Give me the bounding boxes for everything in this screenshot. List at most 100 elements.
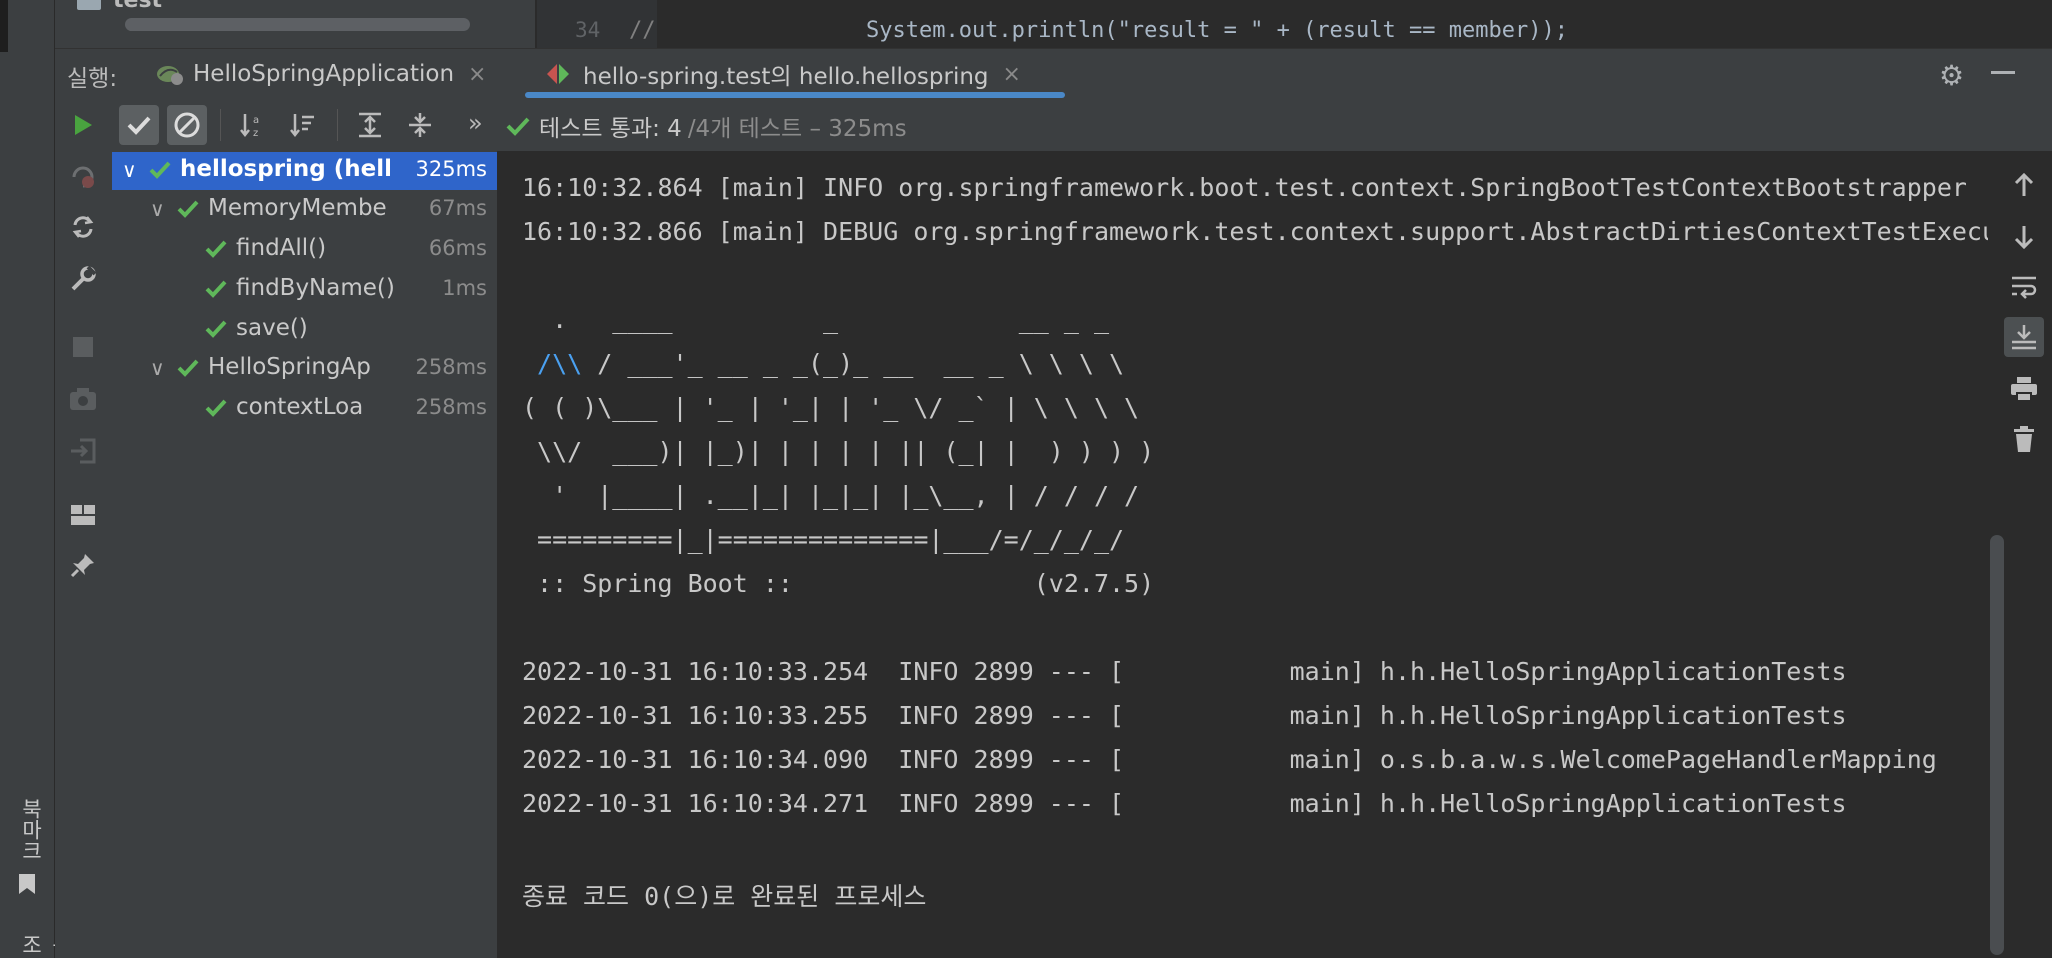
test-tree-row[interactable]: findByName() 1ms xyxy=(112,271,497,309)
minimize-icon[interactable] xyxy=(1991,71,2015,74)
banner-highlight: /\\ xyxy=(522,349,583,378)
banner-line: =========|_|==============|___/=/_/_/_/ xyxy=(522,525,1125,554)
pin-icon xyxy=(70,554,94,578)
expand-all-button[interactable] xyxy=(350,105,390,145)
stop-button[interactable] xyxy=(63,327,103,367)
bookmarks-label: 북마크 xyxy=(19,798,43,861)
console-scrollbar[interactable] xyxy=(1990,535,2004,955)
expand-arrow[interactable]: ∨ xyxy=(150,356,165,380)
active-tab-indicator xyxy=(525,92,1065,98)
test-time: 1ms xyxy=(442,276,487,300)
test-tree-row[interactable]: ∨ hellospring (hello 325ms xyxy=(112,152,497,190)
test-name: findByName() xyxy=(236,275,395,301)
show-passed-toggle[interactable] xyxy=(119,105,159,145)
horizontal-scrollbar[interactable] xyxy=(125,18,470,31)
screenshot-icon xyxy=(70,388,96,410)
svg-text:a: a xyxy=(253,115,259,126)
console-side-toolbar xyxy=(1988,151,2052,958)
test-name: HelloSpringAp xyxy=(208,354,371,380)
down-button[interactable] xyxy=(2004,217,2044,257)
banner-rest: / ___'_ __ _ _(_)_ __ __ _ \ \ \ \ xyxy=(582,349,1125,378)
test-tree-row[interactable]: findAll() 66ms xyxy=(112,231,497,269)
trash-icon xyxy=(2014,426,2034,452)
banner-line: /\\ / ___'_ __ _ _(_)_ __ __ _ \ \ \ \ xyxy=(522,349,1124,378)
sort-alphabetically-button[interactable]: az xyxy=(233,105,273,145)
tab-hello-spring-application[interactable]: HelloSpringApplication × xyxy=(155,49,486,99)
print-icon xyxy=(2011,377,2037,402)
test-tree-row[interactable]: save() xyxy=(112,311,497,349)
run-label: 실행: xyxy=(67,66,118,92)
print-button[interactable] xyxy=(2004,369,2044,409)
close-icon[interactable]: × xyxy=(468,62,486,87)
clear-all-button[interactable] xyxy=(2004,419,2044,459)
test-name: contextLoa xyxy=(236,394,364,420)
run-icon xyxy=(75,115,92,135)
log-line: 2022-10-31 16:10:33.254 INFO 2899 --- [ … xyxy=(522,657,1847,686)
expand-arrow[interactable]: ∨ xyxy=(122,158,137,182)
scroll-to-end-toggle[interactable] xyxy=(2004,317,2044,357)
test-time: 67ms xyxy=(428,196,487,220)
toggle-autotest-icon xyxy=(72,216,94,238)
layout-button[interactable] xyxy=(63,495,103,535)
code-line[interactable]: System.out.println("result = " + (result… xyxy=(813,18,1568,43)
pass-check-icon xyxy=(205,280,227,298)
test-tree: ∨ hellospring (hello 325ms ∨ MemoryMembe… xyxy=(112,151,498,958)
run-side-toolbar xyxy=(55,151,112,958)
pass-check-icon xyxy=(205,240,227,258)
import-icon xyxy=(71,438,96,464)
soft-wrap-icon xyxy=(2012,276,2037,299)
status-passed: 테스트 통과: 4 xyxy=(539,116,682,142)
up-button[interactable] xyxy=(2004,165,2044,205)
test-diamond-icon xyxy=(547,64,569,84)
expand-arrow[interactable]: ∨ xyxy=(150,197,165,221)
settings-wrench-icon xyxy=(71,265,97,291)
run-tool-header: 실행: HelloSpringApplication × hello-sprin… xyxy=(55,48,2052,99)
bookmark-icon[interactable] xyxy=(19,874,35,894)
pass-check-icon xyxy=(205,399,227,417)
run-button[interactable] xyxy=(63,105,103,145)
pass-check-icon xyxy=(149,161,171,179)
gear-icon[interactable]: ⚙ xyxy=(1939,59,1964,92)
rerun-failed-button[interactable] xyxy=(63,157,103,197)
import-tests-button[interactable] xyxy=(63,431,103,471)
project-tree-item[interactable]: test xyxy=(113,0,162,13)
soft-wrap-button[interactable] xyxy=(2004,267,2044,307)
side-tool-strip: 북마크 구조 xyxy=(0,0,73,958)
test-name: findAll() xyxy=(236,235,327,261)
test-tree-row[interactable]: ∨ HelloSpringAp 258ms xyxy=(112,350,497,388)
expand-all-icon xyxy=(359,112,381,138)
tab-label: hello-spring.test의 hello.hellospring xyxy=(583,64,989,90)
toggle-auto-test-button[interactable] xyxy=(63,207,103,247)
test-toolbar: az » 테스트 통과: 4 /4개 테스트 – 325ms xyxy=(55,99,2052,151)
layout-icon xyxy=(71,505,95,525)
log-line: 16:10:32.866 [main] DEBUG org.springfram… xyxy=(522,217,1988,246)
test-name: hellospring (hello xyxy=(180,156,390,182)
sort-alpha-icon: az xyxy=(240,114,259,139)
test-time: 66ms xyxy=(428,236,487,260)
screenshot-button[interactable] xyxy=(63,379,103,419)
banner-line: \\/ ___)| |_)| | | | | || (_| | ) ) ) ) xyxy=(522,437,1155,466)
log-line: 2022-10-31 16:10:34.090 INFO 2899 --- [ … xyxy=(522,745,1937,774)
pin-tab-button[interactable] xyxy=(63,545,103,585)
sort-by-duration-button[interactable] xyxy=(283,105,323,145)
comment-marker: // xyxy=(629,18,656,43)
banner-line: :: Spring Boot :: (v2.7.5) xyxy=(522,569,1155,598)
project-panel: test xyxy=(55,0,535,48)
down-arrow-icon xyxy=(2014,226,2034,250)
show-ignored-toggle[interactable] xyxy=(167,105,207,145)
close-icon[interactable]: × xyxy=(1003,62,1021,87)
console-output[interactable]: 16:10:32.864 [main] INFO org.springframe… xyxy=(498,151,1988,958)
more-actions[interactable]: » xyxy=(468,109,483,137)
editor-gutter: 34 // xyxy=(537,0,657,48)
banner-line: ( ( )\___ | '_ | '_| | '_ \/ _` | \ \ \ … xyxy=(522,393,1140,422)
pass-check-icon xyxy=(205,320,227,338)
folder-icon xyxy=(77,0,101,10)
settings-button[interactable] xyxy=(63,259,103,299)
test-tree-row[interactable]: contextLoa 258ms xyxy=(112,390,497,428)
collapse-all-button[interactable] xyxy=(400,105,440,145)
exit-message: 종료 코드 0(으)로 완료된 프로세스 xyxy=(522,882,927,911)
bookmarks-side-tab[interactable]: 북마크 xyxy=(16,798,46,861)
test-time: 325ms xyxy=(415,157,487,181)
test-tree-row[interactable]: ∨ MemoryMembe 67ms xyxy=(112,191,497,229)
sort-duration-icon xyxy=(290,114,314,138)
